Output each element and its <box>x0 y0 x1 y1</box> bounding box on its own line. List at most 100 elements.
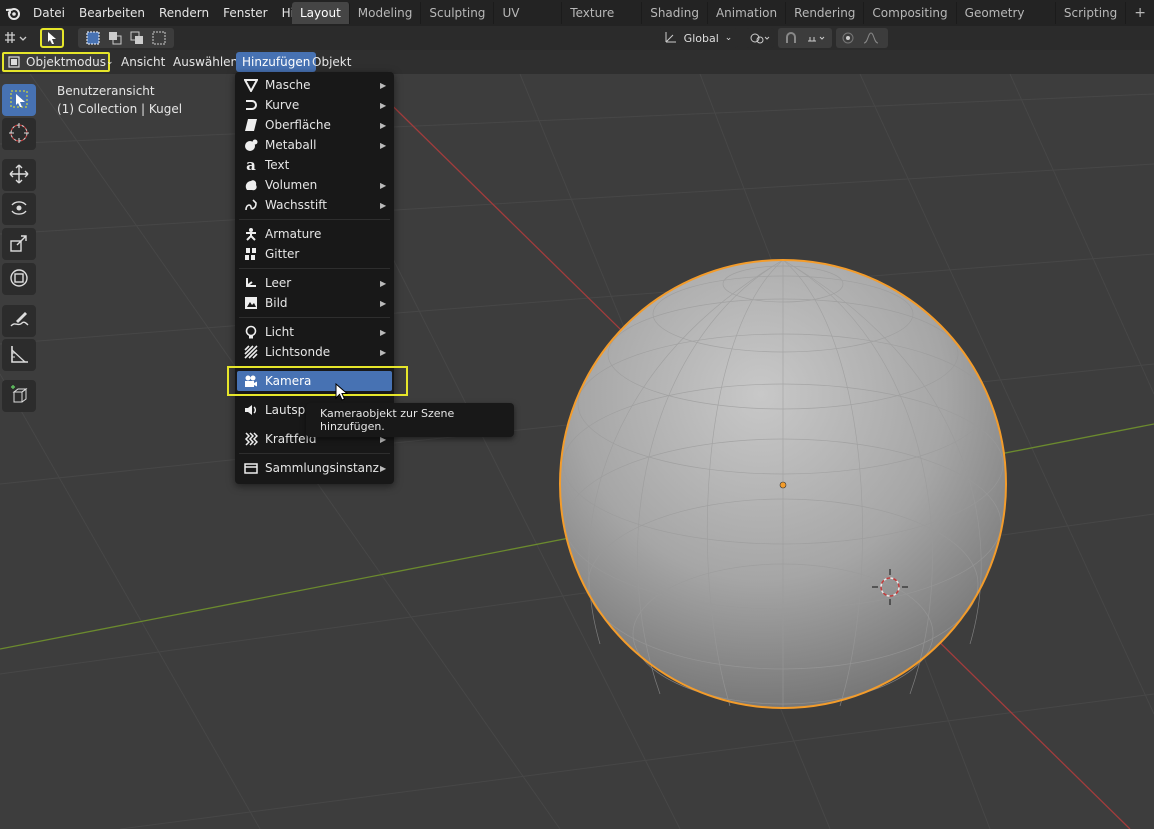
grease-pencil-icon <box>244 198 258 212</box>
add-menu-item-label: Sammlungsinstanz <box>265 461 379 475</box>
menu-datei[interactable]: Datei <box>26 2 72 24</box>
collection-instance-icon <box>244 461 258 475</box>
add-menu-item-kurve[interactable]: Kurve ▶ <box>235 95 394 115</box>
snap-magnet-icon[interactable] <box>779 31 803 45</box>
text-icon: a <box>246 156 256 174</box>
add-menu-item-wachsstift[interactable]: Wachsstift ▶ <box>235 195 394 215</box>
select-intersect-icon[interactable] <box>148 31 170 45</box>
tab-texture-paint[interactable]: Texture Paint <box>562 2 643 42</box>
tool-settings-bar: Global ⌄ <box>0 26 1154 51</box>
light-icon <box>244 325 258 339</box>
tab-layout[interactable]: Layout <box>292 2 350 24</box>
move-tool[interactable] <box>2 159 36 191</box>
viewport-view-name: Benutzeransicht <box>57 84 155 98</box>
submenu-arrow-icon: ▶ <box>380 100 387 110</box>
menu-rendern[interactable]: Rendern <box>152 2 216 24</box>
menu-hinzufuegen[interactable]: Hinzufügen <box>236 52 317 72</box>
menu-objekt[interactable]: Objekt <box>306 52 357 72</box>
add-menu-item-sammlungsinstanz[interactable]: Sammlungsinstanz ▶ <box>235 458 394 478</box>
chevron-down-icon: ⌄ <box>724 33 733 43</box>
select-box-tool[interactable] <box>2 84 36 116</box>
submenu-arrow-icon: ▶ <box>380 347 387 357</box>
tab-modeling[interactable]: Modeling <box>350 2 422 24</box>
mode-select[interactable]: Objektmodus ⌄ <box>2 52 114 72</box>
camera-highlight-box <box>227 366 408 396</box>
menu-ansicht[interactable]: Ansicht <box>115 52 171 72</box>
add-menu-item-armature[interactable]: Armature <box>235 224 394 244</box>
transform-tool[interactable] <box>2 263 36 295</box>
pivot-point-icon[interactable] <box>746 28 774 48</box>
add-menu-item-licht[interactable]: Licht ▶ <box>235 322 394 342</box>
add-menu-item-label: Licht <box>265 325 294 339</box>
tab-geometry-nodes[interactable]: Geometry Nodes <box>957 2 1056 42</box>
surface-icon <box>244 118 258 132</box>
add-workspace-button[interactable]: + <box>1126 2 1154 24</box>
tab-uv-editing[interactable]: UV Editing <box>494 2 563 42</box>
select-box-icon <box>8 88 30 113</box>
object-mode-icon <box>8 56 20 68</box>
add-menu-item-text[interactable]: a Text <box>235 155 394 175</box>
scale-tool[interactable] <box>2 228 36 260</box>
3d-viewport[interactable]: Benutzeransicht (1) Collection | Kugel <box>0 74 1154 829</box>
tab-sculpting[interactable]: Sculpting <box>421 2 495 24</box>
tab-rendering[interactable]: Rendering <box>786 2 865 24</box>
tab-animation[interactable]: Animation <box>708 2 787 24</box>
menu-separator <box>239 219 390 220</box>
menu-bearbeiten[interactable]: Bearbeiten <box>72 2 152 24</box>
add-menu-item-label: Lichtsonde <box>265 345 331 359</box>
curve-icon <box>244 98 258 112</box>
scale-icon <box>8 232 30 257</box>
measure-tool[interactable] <box>2 339 36 371</box>
select-extend-icon[interactable] <box>104 31 126 45</box>
add-menu-item-oberflaeche[interactable]: Oberfläche ▶ <box>235 115 394 135</box>
metaball-icon <box>244 138 258 152</box>
add-menu-item-bild[interactable]: Bild ▶ <box>235 293 394 313</box>
viewport-header: Objektmodus ⌄ Ansicht Auswählen Hinzufüg… <box>0 50 1154 74</box>
annotate-tool[interactable] <box>2 305 36 337</box>
select-subtract-icon[interactable] <box>126 31 148 45</box>
submenu-arrow-icon: ▶ <box>380 180 387 190</box>
add-menu-item-volumen[interactable]: Volumen ▶ <box>235 175 394 195</box>
rotate-tool[interactable] <box>2 193 36 225</box>
submenu-arrow-icon: ▶ <box>380 298 387 308</box>
add-menu-item-leer[interactable]: Leer ▶ <box>235 273 394 293</box>
top-bar: Datei Bearbeiten Rendern Fenster Hilfe L… <box>0 0 1154 42</box>
menu-auswaehlen[interactable]: Auswählen <box>167 52 244 72</box>
select-new-icon[interactable] <box>82 31 104 45</box>
mesh-icon <box>244 78 258 92</box>
cursor-tool[interactable] <box>2 118 36 150</box>
snap-target-icon[interactable] <box>803 31 831 45</box>
viewport-collection-info: (1) Collection | Kugel <box>57 102 183 116</box>
add-menu-item-lichtsonde[interactable]: Lichtsonde ▶ <box>235 342 394 362</box>
proportional-edit-group <box>836 28 888 48</box>
falloff-curve-icon[interactable] <box>859 31 887 45</box>
add-cube-icon <box>8 384 30 409</box>
armature-icon <box>244 227 258 241</box>
snapping-group <box>778 28 832 48</box>
force-field-icon <box>244 432 258 446</box>
proportional-edit-icon[interactable] <box>837 31 859 45</box>
blender-logo-icon[interactable] <box>0 0 26 26</box>
selection-mode-group <box>78 28 174 48</box>
tab-scripting[interactable]: Scripting <box>1056 2 1127 24</box>
add-menu-item-label: Masche <box>265 78 311 92</box>
rotate-icon <box>8 197 30 222</box>
add-menu-item-gitter[interactable]: Gitter <box>235 244 394 264</box>
image-icon <box>244 296 258 310</box>
add-cube-tool[interactable] <box>2 380 36 412</box>
submenu-arrow-icon: ▶ <box>380 278 387 288</box>
transform-orientation-select[interactable]: Global ⌄ <box>658 28 738 48</box>
annotate-icon <box>8 309 30 334</box>
editor-type-icon[interactable] <box>2 28 30 48</box>
viewport-scene <box>0 74 1154 829</box>
tab-shading[interactable]: Shading <box>642 2 708 24</box>
move-icon <box>8 163 30 188</box>
add-menu-item-label: Kurve <box>265 98 300 112</box>
add-menu-item-metaball[interactable]: Metaball ▶ <box>235 135 394 155</box>
menu-fenster[interactable]: Fenster <box>216 2 275 24</box>
add-menu-item-masche[interactable]: Masche ▶ <box>235 75 394 95</box>
lattice-icon <box>244 247 258 261</box>
tab-compositing[interactable]: Compositing <box>864 2 957 24</box>
sphere-object[interactable] <box>559 259 1007 709</box>
select-tool-button[interactable] <box>40 28 64 48</box>
